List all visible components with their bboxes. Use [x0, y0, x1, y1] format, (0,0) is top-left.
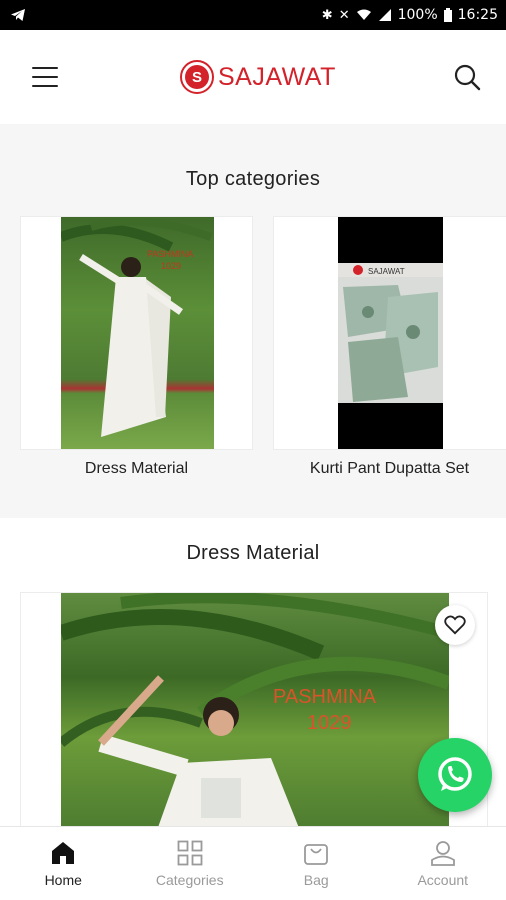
hamburger-menu-icon[interactable]: [32, 67, 58, 87]
app-header: S SAJAWAT: [0, 30, 506, 124]
top-categories-section: Top categories PASHMINA 1029 Dress Mater…: [0, 124, 506, 518]
brand-name: SAJAWAT: [218, 62, 336, 91]
category-label-kurti-pant-dupatta-set[interactable]: Kurti Pant Dupatta Set: [273, 460, 506, 478]
nav-item-account[interactable]: Account: [380, 827, 506, 900]
nav-label-categories: Categories: [155, 871, 224, 888]
bottom-navigation: Home Categories Bag Account: [0, 826, 506, 900]
favorite-button[interactable]: [435, 605, 475, 645]
bag-icon: [304, 843, 329, 865]
nav-label-home: Home: [44, 871, 82, 888]
category-image-kurti-pant-dupatta-set: SAJAWAT: [338, 217, 443, 449]
category-card-dress-material[interactable]: PASHMINA 1029: [20, 216, 253, 450]
category-card-kurti-pant-dupatta-set[interactable]: SAJAWAT: [273, 216, 506, 450]
top-categories-title: Top categories: [185, 168, 321, 190]
nav-item-home[interactable]: Home: [0, 827, 127, 900]
category-label-dress-material[interactable]: Dress Material: [20, 460, 253, 478]
signal-icon: [378, 9, 391, 21]
battery-level: 100%: [397, 7, 438, 23]
category-image-dress-material: PASHMINA 1029: [61, 217, 214, 449]
logo-letter: S: [185, 65, 209, 89]
dress-material-title: Dress Material: [186, 542, 320, 564]
nav-label-account: Account: [417, 871, 469, 888]
wifi-icon: [356, 9, 371, 20]
telegram-icon: [11, 9, 25, 21]
product-image: PASHMINA 1029: [61, 593, 449, 831]
home-icon: [52, 841, 75, 864]
mute-icon: ✕: [338, 7, 350, 23]
product-photo-text-2: 1029: [307, 712, 352, 734]
logo-mark: S: [180, 60, 214, 94]
whatsapp-button[interactable]: [418, 738, 492, 812]
nav-label-bag: Bag: [303, 871, 329, 888]
whatsapp-icon: [438, 757, 472, 791]
svg-text:1029: 1029: [161, 261, 181, 271]
nav-item-bag[interactable]: Bag: [253, 827, 380, 900]
product-photo-text-1: PASHMINA: [273, 686, 377, 708]
status-bar: ✱ ✕ 100% 16:25: [0, 0, 506, 30]
status-bar-right: ✱ ✕ 100% 16:25: [322, 7, 498, 23]
search-icon[interactable]: [452, 62, 482, 92]
bluetooth-icon: ✱: [321, 7, 333, 23]
clock: 16:25: [457, 7, 498, 23]
status-bar-left: [10, 8, 26, 22]
brand-logo[interactable]: S SAJAWAT: [180, 60, 336, 94]
user-icon: [430, 840, 455, 866]
product-card[interactable]: PASHMINA 1029: [20, 592, 488, 832]
grid-icon: [177, 840, 203, 865]
battery-icon: [443, 8, 452, 22]
svg-text:PASHMINA: PASHMINA: [147, 249, 193, 259]
heart-icon: [444, 615, 466, 635]
photo-brand-text: SAJAWAT: [368, 267, 405, 276]
nav-item-categories[interactable]: Categories: [127, 827, 254, 900]
